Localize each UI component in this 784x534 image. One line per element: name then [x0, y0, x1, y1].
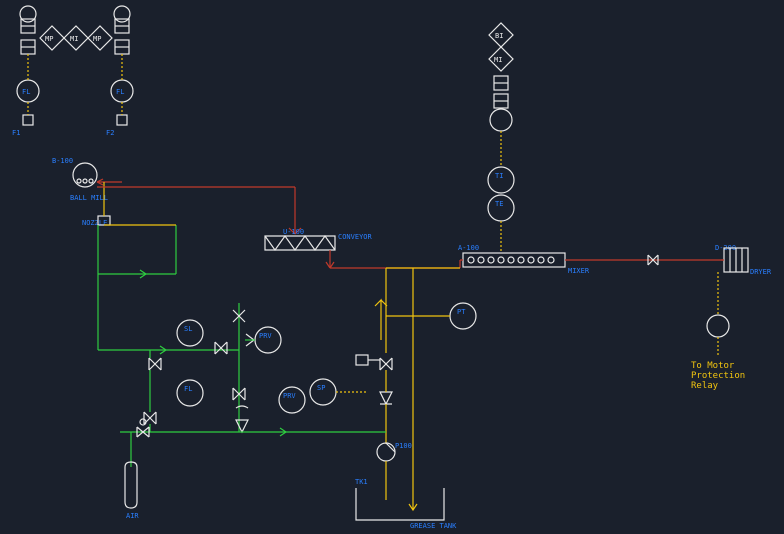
f2-label: F2 — [106, 129, 114, 137]
f1-label: F1 — [12, 129, 20, 137]
ballmill-tag: B-100 — [52, 157, 73, 165]
sl-label: SL — [184, 325, 192, 333]
inst-label: FL — [116, 88, 124, 96]
svg-text:P100: P100 — [395, 442, 412, 450]
prv1-label: PRV — [259, 332, 272, 340]
pt-label: PT — [457, 308, 466, 316]
prv2-label: PRV — [283, 392, 296, 400]
tank-icon — [356, 488, 444, 520]
top-right-cluster: BI MI TI TE — [488, 23, 514, 252]
conv-name: CONVEYOR — [338, 233, 373, 241]
nozzle-label: NOZZLE — [82, 219, 107, 227]
fl-label: FL — [184, 385, 192, 393]
green-network: SL FL PRV PRV AIR — [98, 225, 386, 520]
ballmill-name: BALL MILL — [70, 194, 108, 202]
sp-label: SP — [317, 384, 325, 392]
pump: P100 — [377, 442, 412, 461]
dryer: D-200 DRYER To Motor Protection Relay — [691, 244, 772, 391]
mixer-tag: A-100 — [458, 244, 479, 252]
dryer-name: DRYER — [750, 268, 772, 276]
ti-label: TI — [495, 172, 503, 180]
te-label: TE — [495, 200, 503, 208]
mixer-name: MIXER — [568, 267, 590, 275]
inst-label: FL — [22, 88, 30, 96]
mi-label: MI — [494, 56, 502, 64]
mp-label: MP — [93, 35, 101, 43]
sol-valve-y — [356, 355, 392, 370]
conveyor: U-100 CONVEYOR — [265, 228, 460, 268]
tank-name: GREASE TANK — [410, 522, 457, 530]
relay-text-3: Relay — [691, 381, 719, 391]
ball-mill: B-100 BALL MILL NOZZLE — [52, 157, 301, 234]
mi-label: MI — [70, 35, 78, 43]
pid-diagram: MP MI MP FL FL F1 F2 BI MI TI TE B-100 B… — [0, 0, 784, 534]
conv-tag: U-100 — [283, 228, 304, 236]
relay-text-2: Protection — [691, 371, 745, 381]
tank-tag: TK1 — [355, 478, 368, 486]
air-label: AIR — [126, 512, 139, 520]
mp-label: MP — [45, 35, 53, 43]
bi-label: BI — [495, 32, 503, 40]
top-left-cluster: MP MI MP FL FL F1 F2 — [12, 6, 133, 137]
relay-text-1: To Motor — [691, 361, 735, 371]
filter-icon — [380, 392, 392, 404]
cylinder-icon — [125, 462, 137, 508]
